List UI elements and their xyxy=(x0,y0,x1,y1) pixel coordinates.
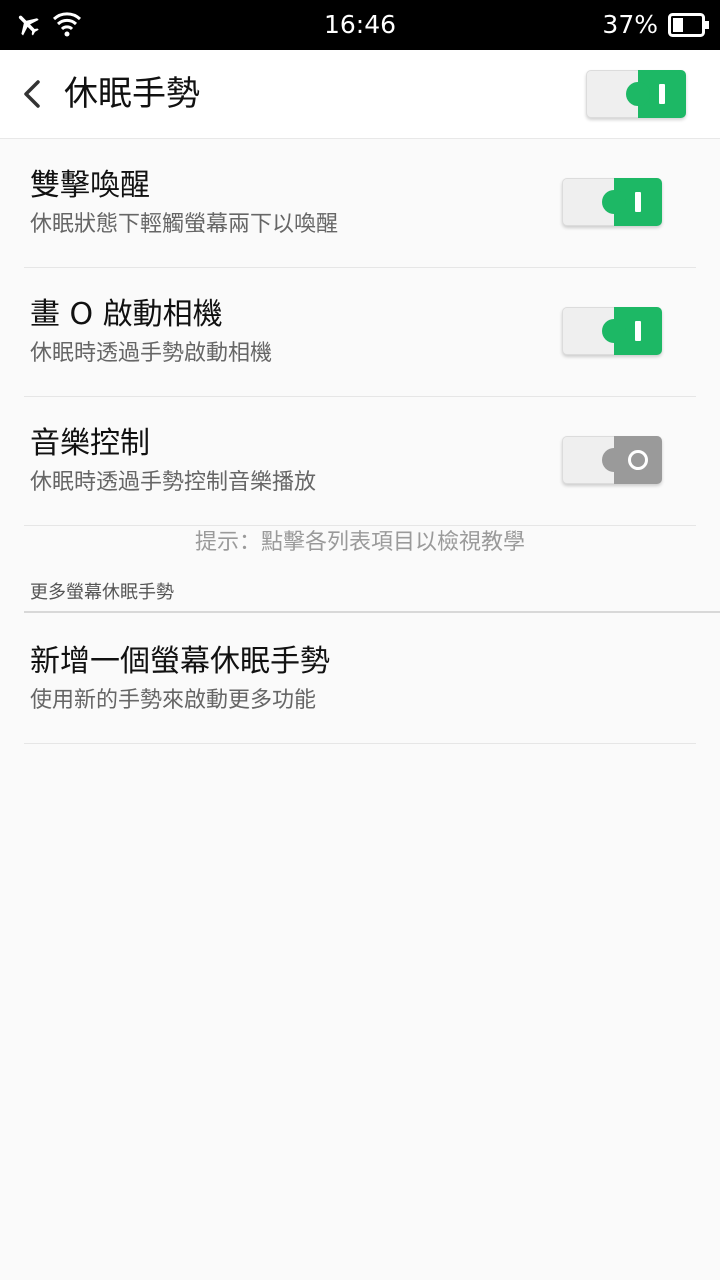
toggle-knob xyxy=(602,178,662,226)
master-toggle[interactable] xyxy=(586,70,686,118)
add-gesture-title: 新增一個螢幕休眠手勢 xyxy=(30,644,330,679)
music-control-toggle[interactable] xyxy=(562,436,662,484)
add-gesture-subtitle: 使用新的手勢來啟動更多功能 xyxy=(30,688,317,713)
status-bar: 16:46 37% xyxy=(0,0,720,50)
back-button[interactable] xyxy=(14,74,54,114)
tutorial-hint: 提示：點擊各列表項目以檢視教學 xyxy=(194,530,525,555)
page-title: 休眠手勢 xyxy=(64,74,200,114)
setting-double-tap-wake[interactable]: 雙擊喚醒 休眠狀態下輕觸螢幕兩下以喚醒 xyxy=(24,138,696,268)
setting-music-control[interactable]: 音樂控制 休眠時透過手勢控制音樂播放 xyxy=(24,396,696,526)
battery-icon xyxy=(668,13,710,41)
section-header: 更多螢幕休眠手勢 xyxy=(30,582,174,603)
setting-title: 雙擊喚醒 xyxy=(30,168,150,203)
draw-o-camera-toggle[interactable] xyxy=(562,307,662,355)
setting-subtitle: 休眠時透過手勢啟動相機 xyxy=(30,341,273,366)
setting-title: 畫 O 啟動相機 xyxy=(30,297,223,332)
toggle-knob xyxy=(602,307,662,355)
setting-title: 音樂控制 xyxy=(30,426,150,461)
toggle-knob xyxy=(602,436,662,484)
setting-subtitle: 休眠狀態下輕觸螢幕兩下以喚醒 xyxy=(30,212,339,237)
setting-subtitle: 休眠時透過手勢控制音樂播放 xyxy=(30,470,317,495)
section-divider xyxy=(24,611,720,613)
toggle-knob xyxy=(626,70,686,118)
add-gesture-item[interactable]: 新增一個螢幕休眠手勢 使用新的手勢來啟動更多功能 xyxy=(24,614,696,744)
app-header: 休眠手勢 xyxy=(0,50,720,139)
battery-percent: 37% xyxy=(602,10,658,39)
double-tap-wake-toggle[interactable] xyxy=(562,178,662,226)
setting-draw-o-camera[interactable]: 畫 O 啟動相機 休眠時透過手勢啟動相機 xyxy=(24,267,696,397)
chevron-left-icon xyxy=(24,80,40,108)
